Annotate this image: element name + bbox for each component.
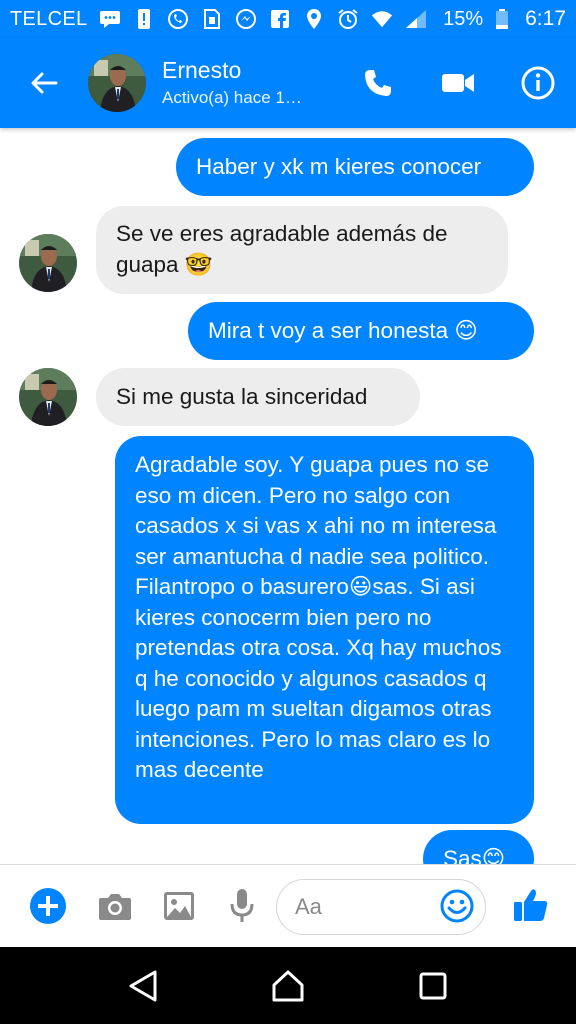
- camera-button[interactable]: [97, 889, 133, 923]
- system-nav-bar: [0, 947, 576, 1024]
- info-icon: [521, 66, 555, 100]
- battery-icon: [491, 8, 513, 30]
- video-call-button[interactable]: [438, 63, 478, 103]
- sms-icon: [99, 8, 121, 30]
- message-text: Si me gusta la sinceridad: [116, 384, 368, 409]
- phone-icon: [365, 70, 391, 96]
- carrier-label: TELCEL: [10, 7, 88, 30]
- header-actions: [358, 63, 558, 103]
- contact-avatar[interactable]: [88, 54, 146, 112]
- message-text: Sas😊: [443, 846, 506, 864]
- emoji-button[interactable]: [440, 889, 474, 923]
- like-button[interactable]: [512, 885, 550, 925]
- message-text: Haber y xk m kieres conocer: [196, 154, 482, 179]
- message-bubble-sent[interactable]: Haber y xk m kieres conocer: [176, 138, 534, 196]
- message-text: Agradable soy. Y guapa pues no se eso m …: [135, 452, 502, 782]
- gallery-button[interactable]: [162, 889, 196, 923]
- info-button[interactable]: [518, 63, 558, 103]
- conversation-header: Ernesto Activo(a) hace 1…: [0, 38, 576, 128]
- composer-bar: [0, 864, 576, 947]
- contact-avatar-small[interactable]: [19, 368, 77, 426]
- notification-icons: [99, 8, 427, 30]
- back-arrow-icon: [31, 72, 58, 94]
- message-text-field[interactable]: [295, 894, 435, 920]
- back-triangle-icon: [129, 970, 157, 1001]
- recents-icon: [419, 972, 447, 999]
- alarm-icon: [337, 8, 359, 30]
- location-icon: [303, 8, 325, 30]
- status-right: 15% 6:17: [443, 7, 566, 31]
- message-bubble-sent[interactable]: Agradable soy. Y guapa pues no se eso m …: [115, 436, 534, 824]
- wifi-icon: [371, 8, 393, 30]
- nav-home-button[interactable]: [264, 962, 312, 1010]
- contact-avatar-small[interactable]: [19, 234, 77, 292]
- message-bubble-sent[interactable]: Sas😊: [423, 830, 534, 864]
- signal-icon: [405, 8, 427, 30]
- gallery-icon: [164, 892, 194, 920]
- message-list[interactable]: Haber y xk m kieres conocer Se ve eres a…: [0, 128, 576, 864]
- messenger-icon: [235, 8, 257, 30]
- battery-percent: 15%: [443, 7, 484, 30]
- emoji-icon: [440, 889, 474, 923]
- nav-recents-button[interactable]: [409, 962, 457, 1010]
- message-bubble-received[interactable]: Si me gusta la sinceridad: [96, 368, 420, 426]
- microphone-icon: [230, 889, 254, 922]
- video-camera-icon: [442, 74, 474, 92]
- thumbs-up-icon: [514, 889, 548, 921]
- facebook-icon: [269, 8, 291, 30]
- sim-icon: [201, 8, 223, 30]
- back-button[interactable]: [22, 61, 66, 105]
- contact-info[interactable]: Ernesto Activo(a) hace 1…: [162, 56, 302, 110]
- whatsapp-icon: [167, 8, 189, 30]
- voice-button[interactable]: [228, 887, 256, 925]
- message-bubble-sent[interactable]: Mira t voy a ser honesta 😊: [188, 302, 534, 360]
- plus-icon: [30, 888, 66, 924]
- status-bar: TELCEL 15% 6:17: [0, 0, 576, 38]
- call-button[interactable]: [358, 63, 398, 103]
- more-actions-button[interactable]: [29, 887, 67, 925]
- home-icon: [272, 970, 304, 1001]
- nav-back-button[interactable]: [119, 962, 167, 1010]
- contact-name: Ernesto: [162, 57, 242, 83]
- message-bubble-received[interactable]: Se ve eres agradable además de guapa 🤓: [96, 206, 508, 294]
- alert-icon: [133, 8, 155, 30]
- message-text: Mira t voy a ser honesta 😊: [208, 318, 478, 343]
- clock: 6:17: [525, 7, 566, 30]
- contact-status: Activo(a) hace 1…: [162, 88, 302, 107]
- message-text: Se ve eres agradable además de guapa 🤓: [116, 221, 448, 277]
- camera-icon: [99, 894, 131, 920]
